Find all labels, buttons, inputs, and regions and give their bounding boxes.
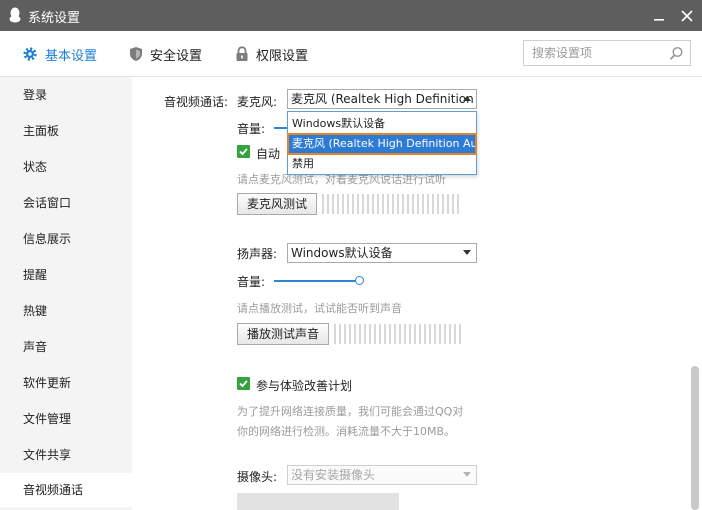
sidebar-item-label: 信息展示 (23, 232, 72, 246)
sidebar-item-label: 主面板 (23, 124, 60, 138)
window-title: 系统设置 (28, 11, 81, 26)
av-call-section-label: 音视频通话: (164, 95, 229, 109)
mic-select[interactable]: 麦克风 (Realtek High Definition ... (287, 89, 477, 109)
sidebar-item-label: 状态 (23, 160, 48, 174)
camera-select-value: 没有安装摄像头 (291, 468, 376, 482)
sidebar: 登录 主面板 状态 会话窗口 信息展示 提醒 热键 声音 软件更新 文件管理 文… (0, 77, 132, 510)
mic-option-disabled[interactable]: 禁用 (288, 154, 476, 174)
content-scrollbar[interactable] (688, 77, 702, 510)
speaker-test-button[interactable]: 播放测试声音 (237, 323, 329, 345)
qq-penguin-icon (9, 7, 21, 23)
speaker-volume-knob[interactable] (355, 276, 364, 285)
sidebar-item-label: 声音 (23, 340, 48, 354)
tab-label: 安全设置 (150, 48, 203, 64)
gear-icon (23, 47, 37, 61)
speaker-volume-label: 音量: (237, 275, 266, 289)
camera-label: 摄像头: (237, 470, 278, 484)
tab-security-settings[interactable]: 安全设置 (129, 44, 202, 64)
sidebar-item-reminder[interactable]: 提醒 (0, 258, 132, 292)
sidebar-item-software-update[interactable]: 软件更新 (0, 366, 132, 400)
mic-option-realtek[interactable]: 麦克风 (Realtek High Definition Audio (287, 133, 477, 155)
camera-preview (237, 493, 399, 510)
checkmark-icon (239, 148, 248, 156)
sidebar-item-label: 文件共享 (23, 448, 72, 462)
improve-program-label: 参与体验改善计划 (256, 379, 353, 393)
sidebar-item-label: 提醒 (23, 268, 48, 282)
sidebar-item-info-display[interactable]: 信息展示 (0, 222, 132, 256)
lock-icon (236, 46, 248, 61)
speaker-select-value: Windows默认设备 (291, 246, 393, 260)
sidebar-item-label: 会话窗口 (23, 196, 72, 210)
search-box[interactable] (523, 40, 691, 66)
chevron-down-icon (463, 472, 471, 477)
mic-auto-checkbox[interactable] (237, 145, 250, 158)
mic-select-value: 麦克风 (Realtek High Definition ... (291, 92, 477, 106)
search-icon[interactable] (669, 46, 684, 61)
speaker-select[interactable]: Windows默认设备 (287, 243, 477, 263)
mic-dropdown-list: Windows默认设备 麦克风 (Realtek High Definition… (287, 111, 477, 175)
close-button[interactable] (679, 8, 695, 24)
sidebar-item-label: 文件管理 (23, 412, 72, 426)
sidebar-item-label: 音视频通话 (23, 483, 84, 497)
sidebar-item-file-management[interactable]: 文件管理 (0, 402, 132, 436)
tab-label: 基本设置 (45, 48, 98, 64)
speaker-level-meter (334, 324, 462, 344)
camera-select[interactable]: 没有安装摄像头 (287, 465, 477, 485)
improve-desc-line1: 为了提升网络连接质量，我们可能会通过QQ对 (237, 405, 464, 418)
sidebar-item-login[interactable]: 登录 (0, 78, 132, 112)
sidebar-item-label: 登录 (23, 88, 48, 102)
scrollbar-thumb[interactable] (691, 366, 699, 510)
mic-auto-label: 自动 (256, 147, 281, 161)
sidebar-item-chat-window[interactable]: 会话窗口 (0, 186, 132, 220)
mic-option-windows-default[interactable]: Windows默认设备 (288, 114, 476, 134)
top-tab-bar: 基本设置 安全设置 权限设置 (0, 31, 702, 77)
sidebar-item-label: 热键 (23, 304, 48, 318)
sidebar-item-hotkeys[interactable]: 热键 (0, 294, 132, 328)
checkmark-icon (239, 380, 248, 388)
shield-icon (130, 47, 142, 61)
sidebar-item-label: 软件更新 (23, 376, 72, 390)
sidebar-item-sound[interactable]: 声音 (0, 330, 132, 364)
sidebar-item-av-call[interactable]: 音视频通话 (0, 473, 132, 507)
sidebar-item-file-sharing[interactable]: 文件共享 (0, 438, 132, 472)
minimize-button[interactable] (651, 8, 667, 24)
improve-program-checkbox[interactable] (237, 377, 250, 390)
search-input[interactable] (524, 41, 664, 65)
improve-desc-line2: 你的网络进行检测。消耗流量不大于10MB。 (237, 425, 456, 438)
speaker-label: 扬声器: (237, 247, 278, 261)
tab-permission-settings[interactable]: 权限设置 (235, 44, 308, 64)
sidebar-item-main-panel[interactable]: 主面板 (0, 114, 132, 148)
sidebar-item-status[interactable]: 状态 (0, 150, 132, 184)
mic-level-meter (322, 194, 462, 214)
speaker-volume-track[interactable] (274, 280, 359, 282)
settings-content: 音视频通话: 麦克风: 麦克风 (Realtek High Definition… (132, 77, 688, 510)
mic-volume-slider[interactable] (274, 127, 287, 129)
mic-volume-label: 音量: (237, 122, 266, 136)
mic-test-button[interactable]: 麦克风测试 (237, 193, 317, 215)
speaker-test-hint: 请点播放测试，试试能否听到声音 (237, 302, 402, 315)
tab-basic-settings[interactable]: 基本设置 (22, 44, 97, 64)
title-bar: 系统设置 (0, 0, 702, 31)
mic-label: 麦克风: (237, 95, 278, 109)
chevron-up-icon (463, 96, 471, 101)
chevron-down-icon (463, 250, 471, 255)
tab-label: 权限设置 (256, 48, 309, 64)
